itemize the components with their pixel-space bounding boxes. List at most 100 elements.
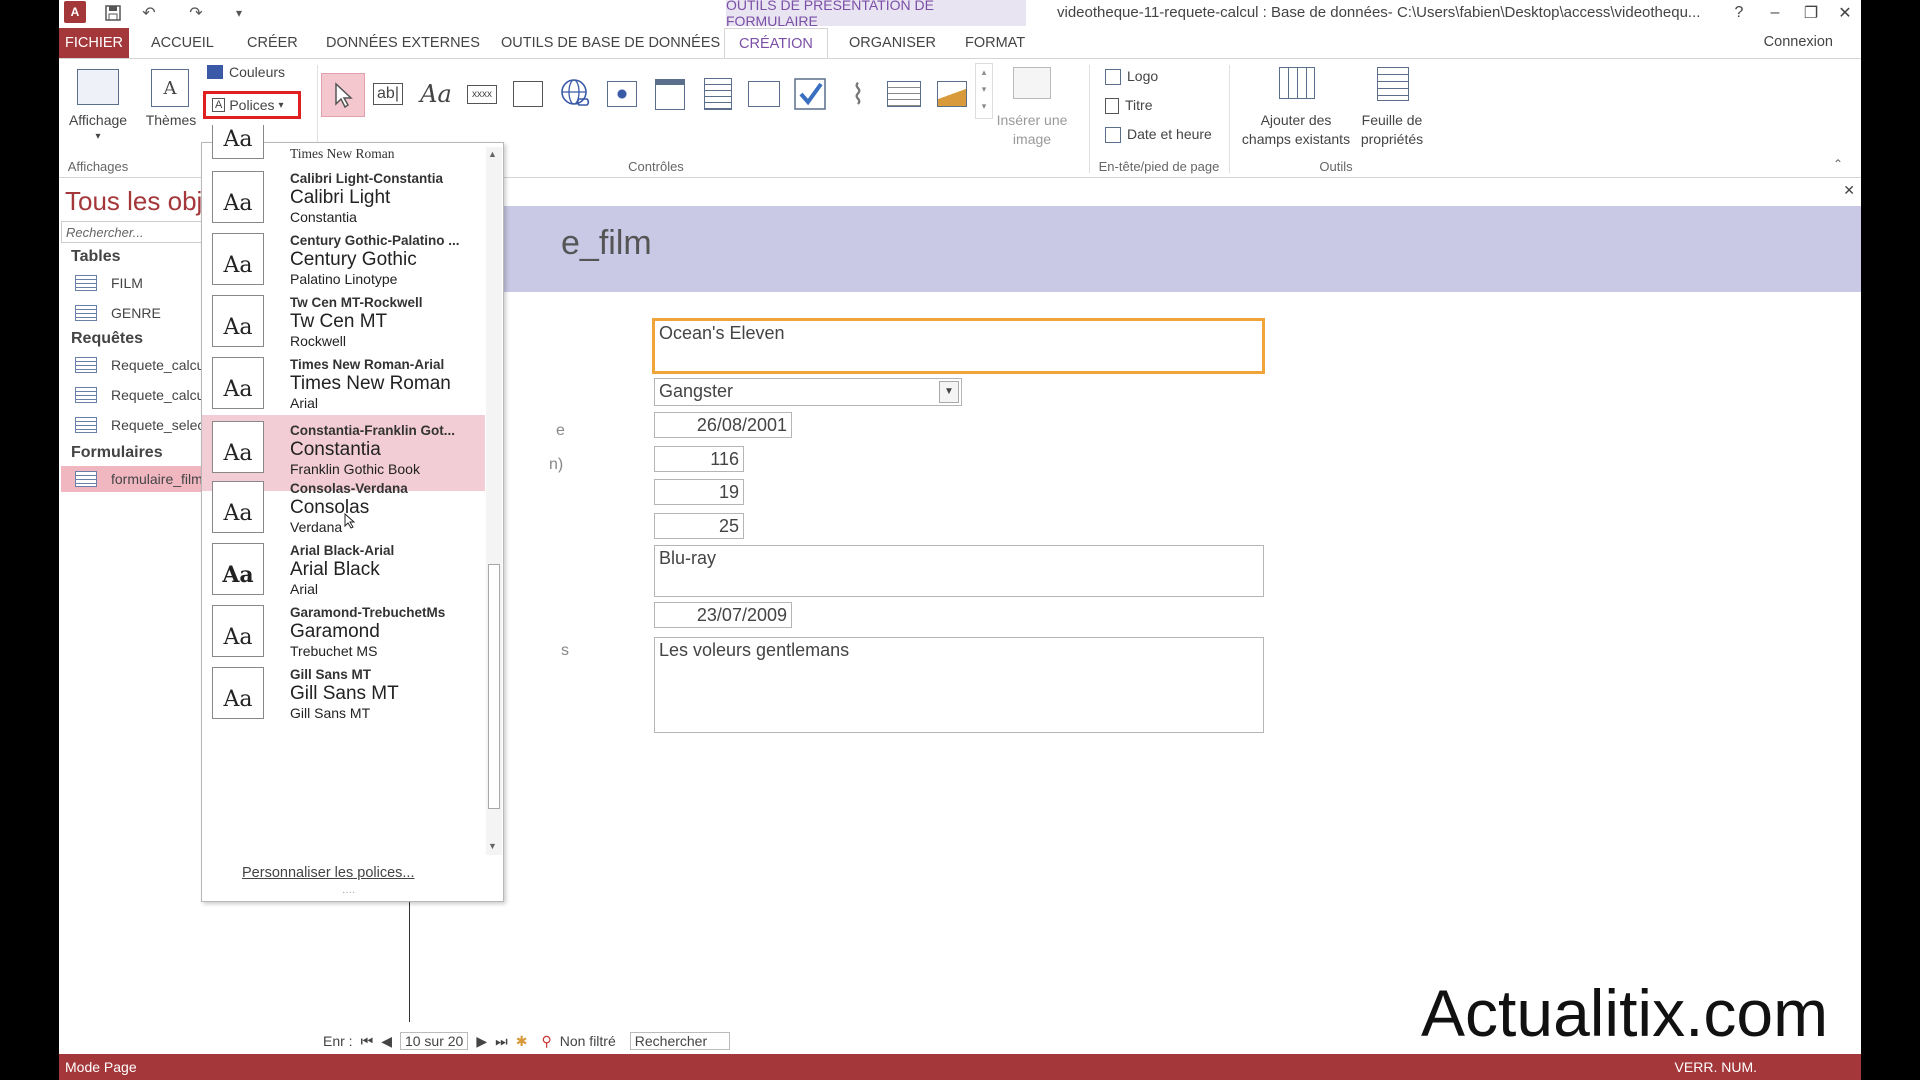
affichage-chevron-icon[interactable]: ▾ bbox=[83, 127, 113, 146]
subform-control-icon[interactable] bbox=[883, 73, 925, 115]
tab-outils-bdd[interactable]: OUTILS DE BASE DE DONNÉES bbox=[501, 28, 720, 58]
tab-creer[interactable]: CRÉER bbox=[247, 28, 298, 58]
prev-record-icon[interactable]: ◀ bbox=[381, 1033, 392, 1050]
genre-combobox[interactable]: Gangster ▼ bbox=[654, 378, 962, 406]
label-control-icon[interactable]: Aa bbox=[415, 73, 457, 115]
add-fields-button[interactable]: Ajouter des champs existants bbox=[1239, 111, 1353, 149]
scroll-thumb[interactable] bbox=[488, 564, 500, 809]
font-preview-icon: Aa bbox=[212, 171, 264, 223]
font-theme-name: Century Gothic-Palatino ... bbox=[290, 233, 460, 248]
window-title: videotheque-11-requete-calcul : Base de … bbox=[1057, 4, 1701, 21]
filter-status[interactable]: Non filtré bbox=[560, 1033, 616, 1049]
property-sheet-button[interactable]: Feuille de propriétés bbox=[1355, 111, 1429, 149]
form-divider bbox=[409, 890, 410, 1022]
font-theme-name: Consolas-Verdana bbox=[290, 481, 408, 496]
chevron-down-icon[interactable]: ▼ bbox=[939, 381, 959, 403]
affichage-icon[interactable] bbox=[77, 69, 119, 105]
form-title[interactable]: e_film bbox=[561, 224, 652, 263]
status-mode: Mode Page bbox=[65, 1059, 137, 1075]
attachment-icon[interactable]: ⌇ bbox=[837, 73, 879, 115]
duration-field[interactable]: 116 bbox=[654, 446, 744, 472]
couleurs-button[interactable]: Couleurs bbox=[229, 63, 285, 82]
themes-icon[interactable]: A bbox=[151, 69, 189, 107]
tab-donnees-externes[interactable]: DONNÉES EXTERNES bbox=[326, 28, 480, 58]
last-record-icon[interactable]: ⏭ bbox=[495, 1033, 508, 1050]
number-field[interactable]: 19 bbox=[654, 479, 744, 505]
font-heading-sample: Times New Roman bbox=[290, 373, 451, 394]
purchase-date-field[interactable]: 23/07/2009 bbox=[654, 602, 792, 628]
resize-grip[interactable]: ···· bbox=[342, 887, 355, 898]
image-control-icon[interactable] bbox=[931, 73, 973, 115]
property-sheet-icon[interactable] bbox=[1377, 67, 1409, 101]
record-position-input[interactable]: 10 sur 20 bbox=[399, 1032, 469, 1050]
customize-qat-icon[interactable]: ▾ bbox=[227, 2, 251, 24]
font-preview-icon: Aa bbox=[212, 543, 264, 595]
add-fields-icon[interactable] bbox=[1279, 67, 1315, 99]
tab-accueil[interactable]: ACCUEIL bbox=[151, 28, 214, 58]
nav-section-requetes[interactable]: Requêtes bbox=[71, 330, 143, 348]
connexion-link[interactable]: Connexion bbox=[1764, 34, 1833, 50]
themes-button[interactable]: Thèmes bbox=[141, 111, 201, 130]
collapse-ribbon-icon[interactable]: ⌃ bbox=[1833, 157, 1843, 171]
checkbox-control-icon[interactable] bbox=[789, 73, 831, 115]
nav-section-tables[interactable]: Tables bbox=[71, 248, 121, 266]
genre-value: Gangster bbox=[659, 381, 734, 401]
font-theme-item[interactable]: Aa Gill Sans MT Gill Sans MT Gill Sans MT bbox=[208, 663, 478, 739]
date-heure-button[interactable]: Date et heure bbox=[1105, 125, 1212, 144]
first-record-icon[interactable]: ⏮ bbox=[361, 1033, 374, 1050]
tab-creation[interactable]: CRÉATION bbox=[724, 28, 828, 59]
summary-field[interactable]: Les voleurs gentlemans bbox=[654, 637, 1264, 733]
logo-button[interactable]: Logo bbox=[1105, 67, 1158, 86]
button-control-icon[interactable]: xxxx bbox=[461, 73, 503, 115]
number-field[interactable]: 25 bbox=[654, 513, 744, 539]
nav-section-formulaires[interactable]: Formulaires bbox=[71, 444, 163, 462]
access-logo-icon[interactable]: A bbox=[64, 1, 86, 23]
record-search-input[interactable]: Rechercher bbox=[629, 1032, 730, 1050]
navigation-control-icon[interactable] bbox=[649, 73, 691, 115]
release-date-field[interactable]: 26/08/2001 bbox=[654, 412, 792, 438]
form-header: e_film bbox=[321, 206, 1861, 292]
dropdown-scrollbar[interactable]: ▲ ▼ bbox=[486, 147, 502, 855]
status-numlock: VERR. NUM. bbox=[1674, 1059, 1757, 1075]
table-icon bbox=[75, 275, 97, 291]
redo-icon[interactable]: ↷ bbox=[184, 2, 208, 24]
page-break-icon[interactable] bbox=[743, 73, 785, 115]
support-field[interactable]: Blu-ray bbox=[654, 545, 1264, 597]
minimize-button[interactable]: – bbox=[1757, 0, 1793, 26]
customize-fonts-link[interactable]: Personnaliser les polices... bbox=[242, 865, 414, 881]
tab-fichier[interactable]: FICHIER bbox=[59, 28, 129, 58]
font-body-sample: Franklin Gothic Book bbox=[290, 461, 420, 477]
web-browser-control-icon[interactable] bbox=[601, 73, 643, 115]
close-document-icon[interactable]: ✕ bbox=[1843, 182, 1855, 199]
polices-chevron-icon: ▾ bbox=[278, 99, 284, 111]
font-heading-sample: Constantia bbox=[290, 439, 381, 460]
scroll-up-icon[interactable]: ▲ bbox=[488, 149, 497, 159]
help-button[interactable]: ? bbox=[1721, 0, 1757, 26]
font-theme-item[interactable]: Aa Times New Roman bbox=[208, 125, 478, 159]
tab-format[interactable]: FORMAT bbox=[965, 28, 1025, 58]
hyperlink-control-icon[interactable] bbox=[555, 73, 597, 115]
save-icon[interactable] bbox=[101, 2, 125, 24]
restore-button[interactable]: ❐ bbox=[1793, 0, 1829, 26]
titre-button[interactable]: Titre bbox=[1105, 96, 1152, 115]
tab-organiser[interactable]: ORGANISER bbox=[849, 28, 936, 58]
new-record-icon[interactable]: ✱ bbox=[516, 1033, 528, 1050]
font-body-sample: Arial bbox=[290, 581, 319, 597]
close-button[interactable]: ✕ bbox=[1827, 0, 1861, 26]
tab-control-icon[interactable] bbox=[507, 73, 549, 115]
font-heading-sample: Century Gothic bbox=[290, 249, 417, 270]
next-record-icon[interactable]: ▶ bbox=[476, 1033, 487, 1050]
select-pointer-icon[interactable] bbox=[321, 73, 365, 117]
option-group-icon[interactable] bbox=[697, 73, 739, 115]
polices-button[interactable]: A Polices ▾ bbox=[203, 91, 301, 119]
polices-label: Polices bbox=[229, 97, 275, 113]
textbox-control-icon[interactable]: ab| bbox=[367, 73, 409, 115]
title-field[interactable]: Ocean's Eleven bbox=[652, 318, 1265, 374]
font-heading-sample: Tw Cen MT bbox=[290, 311, 388, 332]
logo-icon bbox=[1105, 68, 1121, 85]
nav-pane-title[interactable]: Tous les obj bbox=[65, 186, 202, 217]
undo-icon[interactable]: ↶ bbox=[137, 2, 161, 24]
scroll-down-icon[interactable]: ▼ bbox=[488, 841, 497, 851]
font-theme-name: Calibri Light-Constantia bbox=[290, 171, 443, 186]
font-body-sample: Arial bbox=[290, 395, 319, 411]
